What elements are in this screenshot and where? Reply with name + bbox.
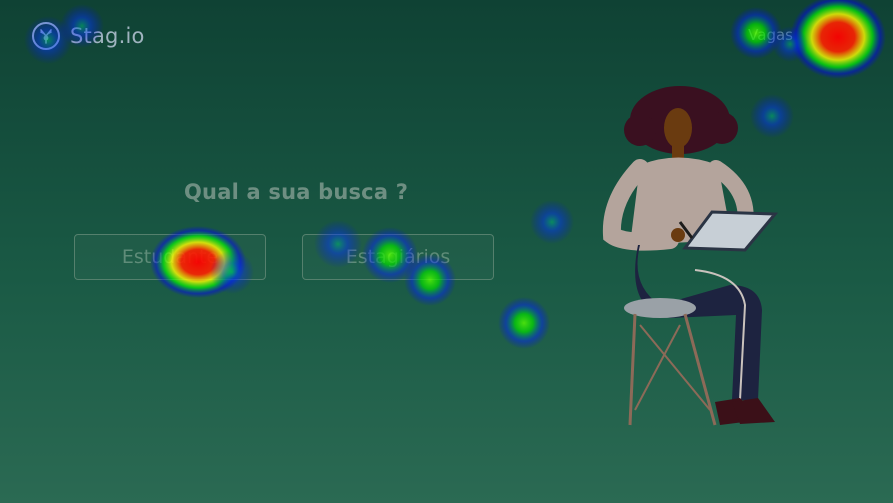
nav-link-vagas[interactable]: Vagas: [748, 26, 793, 44]
brand-name: Stag.io: [70, 24, 145, 48]
landing-page: Stag.io Vagas Qual a sua busca ? Estudan…: [0, 0, 893, 503]
student-button[interactable]: Estudante: [74, 234, 266, 280]
logo[interactable]: Stag.io: [32, 22, 145, 50]
search-title: Qual a sua busca ?: [184, 180, 409, 204]
stag-logo-icon: [32, 22, 60, 50]
woman-with-tablet-illustration: [602, 86, 779, 426]
interns-button[interactable]: Estagiários: [302, 234, 494, 280]
